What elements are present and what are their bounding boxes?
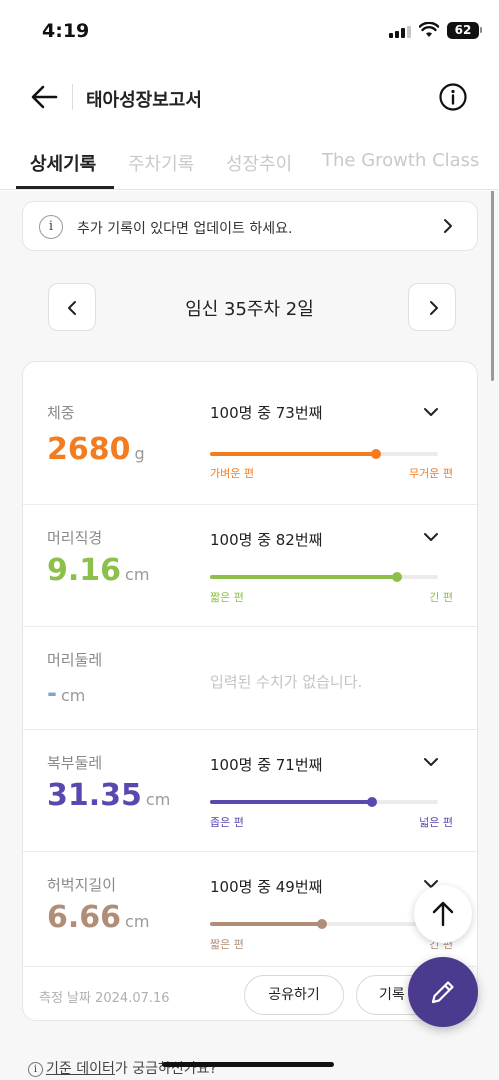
percentile-bar <box>210 919 438 929</box>
metric-row-weight: 체중 2680 g 100명 중 73번째 가벼운 편 무거운 편 <box>23 362 477 505</box>
back-arrow-icon[interactable] <box>28 80 62 114</box>
arrow-up-icon <box>432 901 454 927</box>
metric-name: 체중 <box>47 404 75 422</box>
bar-high-label: 넓은 편 <box>419 816 453 829</box>
reference-data-link[interactable]: i 기준 데이터가 궁금하신가요? <box>28 1058 217 1078</box>
chevron-right-icon <box>430 301 438 315</box>
bar-low-label: 좁은 편 <box>210 816 244 829</box>
metric-row-head-diameter: 머리직경 9.16 cm 100명 중 82번째 짧은 편 긴 편 <box>23 505 477 627</box>
signal-icon <box>389 26 411 38</box>
battery-icon: 62 <box>447 22 482 39</box>
home-indicator <box>162 1062 334 1067</box>
edit-fab-button[interactable] <box>408 957 478 1027</box>
reference-data-link-text[interactable]: 기준 데이터 <box>46 1061 115 1077</box>
percentile-bar <box>210 797 438 807</box>
metric-number: - <box>47 679 57 707</box>
chevron-down-icon[interactable] <box>423 756 439 768</box>
percentile-bar-fill <box>210 575 397 579</box>
metric-row-femur-length: 허벅지길이 6.66 cm 100명 중 49번째 짧은 편 긴 편 <box>23 852 477 972</box>
bar-high-label: 긴 편 <box>429 591 453 604</box>
percentile-marker <box>366 797 377 807</box>
update-notice-banner[interactable]: i 추가 기록이 있다면 업데이트 하세요. <box>22 201 478 251</box>
metric-number: 6.66 <box>47 900 122 935</box>
metric-rank: 100명 중 71번째 <box>210 756 323 774</box>
page-title: 태아성장보고서 <box>86 90 202 111</box>
info-circle-icon: i <box>28 1062 43 1077</box>
bar-high-label: 무거운 편 <box>409 467 453 480</box>
metric-number: 9.16 <box>47 553 122 588</box>
tab-growth-trend[interactable]: 성장추이 <box>226 150 292 176</box>
metric-value: 2680 g <box>47 432 145 467</box>
chevron-down-icon[interactable] <box>423 531 439 543</box>
main-content: i 추가 기록이 있다면 업데이트 하세요. 임신 35주차 2일 체중 268… <box>0 191 499 1080</box>
pencil-icon <box>431 981 454 1004</box>
metric-value: 6.66 cm <box>47 900 149 935</box>
percentile-bar <box>210 572 438 582</box>
tab-detail-record[interactable]: 상세기록 <box>30 150 96 176</box>
bar-low-label: 짧은 편 <box>210 591 244 604</box>
header-divider <box>72 84 73 110</box>
percentile-marker <box>371 449 382 459</box>
info-icon[interactable] <box>438 82 468 112</box>
metric-name: 머리직경 <box>47 529 103 547</box>
metric-name: 허벅지길이 <box>47 876 117 894</box>
tab-bar: 상세기록 주차기록 성장추이 The Growth Class <box>0 140 499 190</box>
metric-unit: cm <box>125 912 150 931</box>
share-button[interactable]: 공유하기 <box>244 975 344 1015</box>
info-circle-icon: i <box>39 215 63 239</box>
metric-number: 31.35 <box>47 778 142 813</box>
bar-low-label: 가벼운 편 <box>210 467 254 480</box>
chevron-down-icon[interactable] <box>423 406 439 418</box>
app-header: 태아성장보고서 <box>0 70 499 126</box>
metric-row-head-circumference: 머리둘레 - cm 입력된 수치가 없습니다. <box>23 627 477 730</box>
metric-unit: cm <box>125 565 150 584</box>
next-week-button[interactable] <box>408 283 456 331</box>
metric-rank: 100명 중 82번째 <box>210 531 323 549</box>
metric-unit: cm <box>145 790 171 809</box>
percentile-marker <box>316 919 327 929</box>
percentile-bar <box>210 449 438 459</box>
measure-date: 측정 날짜 2024.07.16 <box>39 991 170 1006</box>
status-time: 4:19 <box>42 20 90 42</box>
metric-rank: 100명 중 49번째 <box>210 878 323 896</box>
chevron-right-icon <box>444 219 452 233</box>
percentile-bar-fill <box>210 922 322 926</box>
measurement-card: 체중 2680 g 100명 중 73번째 가벼운 편 무거운 편 머리직경 9.… <box>22 361 478 1021</box>
week-navigator: 임신 35주차 2일 <box>0 283 499 331</box>
tab-weekly-record[interactable]: 주차기록 <box>128 150 194 176</box>
metric-name: 복부둘레 <box>47 754 103 772</box>
metric-value: - cm <box>47 679 85 707</box>
empty-value-text: 입력된 수치가 없습니다. <box>210 673 363 691</box>
percentile-bar-fill <box>210 452 377 456</box>
metric-name: 머리둘레 <box>47 651 103 669</box>
tab-growth-class[interactable]: The Growth Class <box>322 150 479 171</box>
metric-value: 9.16 cm <box>47 553 149 588</box>
metric-unit: cm <box>60 686 86 705</box>
metric-row-abdominal-circumference: 복부둘레 31.35 cm 100명 중 71번째 좁은 편 넓은 편 <box>23 730 477 852</box>
bar-low-label: 짧은 편 <box>210 938 244 951</box>
scroll-to-top-button[interactable] <box>414 885 472 943</box>
percentile-bar-fill <box>210 800 372 804</box>
metric-unit: g <box>134 444 145 463</box>
wifi-icon <box>419 22 439 37</box>
percentile-marker <box>391 572 402 582</box>
metric-value: 31.35 cm <box>47 778 170 813</box>
active-tab-indicator <box>16 186 114 189</box>
notice-text: 추가 기록이 있다면 업데이트 하세요. <box>77 221 293 237</box>
status-bar: 4:19 62 <box>0 0 499 60</box>
metric-number: 2680 <box>47 432 131 467</box>
metric-rank: 100명 중 73번째 <box>210 404 323 422</box>
